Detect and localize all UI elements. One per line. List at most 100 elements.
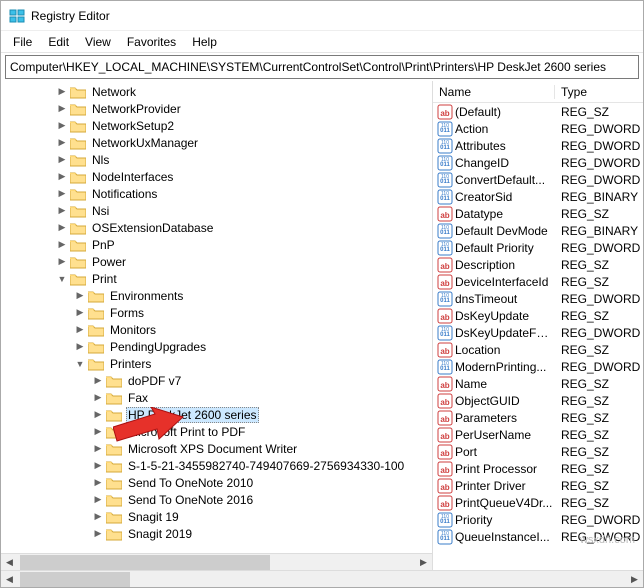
tree-node[interactable]: ▶Snagit 19 (92, 508, 432, 525)
chevron-right-icon[interactable]: ▶ (74, 307, 86, 319)
value-row[interactable]: Action REG_DWORD (433, 120, 643, 137)
value-row[interactable]: Name REG_SZ (433, 375, 643, 392)
value-row[interactable]: ObjectGUID REG_SZ (433, 392, 643, 409)
tree-node[interactable]: ▶Send To OneNote 2010 (92, 474, 432, 491)
chevron-right-icon[interactable]: ▶ (56, 256, 68, 268)
value-row[interactable]: Print Processor REG_SZ (433, 460, 643, 477)
column-header-type[interactable]: Type (555, 85, 643, 99)
tree-node[interactable]: ▶NetworkUxManager (56, 134, 432, 151)
scroll-left-icon[interactable]: ◀ (1, 571, 18, 588)
chevron-right-icon[interactable]: ▶ (56, 171, 68, 183)
value-row[interactable]: Default DevMode REG_BINARY (433, 222, 643, 239)
chevron-right-icon[interactable]: ▶ (92, 511, 104, 523)
tree-node[interactable]: ▶Send To OneNote 2016 (92, 491, 432, 508)
chevron-right-icon[interactable]: ▶ (74, 290, 86, 302)
scroll-left-icon[interactable]: ◀ (1, 554, 18, 571)
scroll-right-icon[interactable]: ▶ (415, 554, 432, 571)
tree-node[interactable]: ▶Microsoft XPS Document Writer (92, 440, 432, 457)
tree-node[interactable]: ▶Nls (56, 151, 432, 168)
chevron-right-icon[interactable]: ▶ (56, 205, 68, 217)
chevron-right-icon[interactable]: ▶ (92, 443, 104, 455)
chevron-right-icon[interactable]: ▶ (56, 103, 68, 115)
chevron-right-icon[interactable]: ▶ (92, 528, 104, 540)
chevron-down-icon[interactable]: ▼ (74, 358, 86, 370)
value-row[interactable]: DeviceInterfaceId REG_SZ (433, 273, 643, 290)
values-pane[interactable]: Name Type (Default) REG_SZ Action REG_DW… (433, 81, 643, 570)
value-row[interactable]: CreatorSid REG_BINARY (433, 188, 643, 205)
chevron-right-icon[interactable]: ▶ (92, 375, 104, 387)
chevron-right-icon[interactable]: ▶ (92, 392, 104, 404)
chevron-right-icon[interactable]: ▶ (56, 222, 68, 234)
value-row[interactable]: ModernPrinting... REG_DWORD (433, 358, 643, 375)
scroll-right-icon[interactable]: ▶ (626, 571, 643, 588)
value-row[interactable]: QueueInstanceI... REG_DWORD (433, 528, 643, 545)
tree-node[interactable]: ▶S-1-5-21-3455982740-749407669-275693433… (92, 457, 432, 474)
value-row[interactable]: Location REG_SZ (433, 341, 643, 358)
string-value-icon (437, 257, 453, 273)
chevron-right-icon[interactable]: ▶ (74, 324, 86, 336)
value-row[interactable]: (Default) REG_SZ (433, 103, 643, 120)
chevron-right-icon[interactable]: ▶ (56, 188, 68, 200)
menu-edit[interactable]: Edit (40, 33, 77, 51)
chevron-right-icon[interactable]: ▶ (92, 477, 104, 489)
value-row[interactable]: PerUserName REG_SZ (433, 426, 643, 443)
tree-node[interactable]: ▶NetworkSetup2 (56, 117, 432, 134)
value-row[interactable]: Port REG_SZ (433, 443, 643, 460)
chevron-right-icon[interactable]: ▶ (92, 409, 104, 421)
chevron-right-icon[interactable]: ▶ (56, 154, 68, 166)
tree-node[interactable]: ▶Microsoft Print to PDF (92, 423, 432, 440)
tree-node[interactable]: ▶Monitors (74, 321, 432, 338)
chevron-right-icon[interactable]: ▶ (92, 426, 104, 438)
value-row[interactable]: ConvertDefault... REG_DWORD (433, 171, 643, 188)
string-value-icon (437, 478, 453, 494)
tree-horizontal-scrollbar[interactable]: ◀ ▶ (1, 553, 432, 570)
tree-node[interactable]: ▶Network (56, 83, 432, 100)
tree-node[interactable]: ▶NetworkProvider (56, 100, 432, 117)
binary-value-icon (437, 325, 453, 341)
tree-node[interactable]: ▶NodeInterfaces (56, 168, 432, 185)
chevron-right-icon[interactable]: ▶ (74, 341, 86, 353)
value-row[interactable]: Printer Driver REG_SZ (433, 477, 643, 494)
tree-node[interactable]: ▶PendingUpgrades (74, 338, 432, 355)
tree-pane[interactable]: ▶Network▶NetworkProvider▶NetworkSetup2▶N… (1, 81, 433, 570)
address-bar[interactable]: Computer\HKEY_LOCAL_MACHINE\SYSTEM\Curre… (5, 55, 639, 79)
chevron-right-icon[interactable]: ▶ (92, 494, 104, 506)
chevron-right-icon[interactable]: ▶ (56, 120, 68, 132)
tree-node[interactable]: ▼Printers (74, 355, 432, 372)
tree-node-label: doPDF v7 (126, 374, 183, 388)
value-row[interactable]: DsKeyUpdate REG_SZ (433, 307, 643, 324)
menu-help[interactable]: Help (184, 33, 225, 51)
tree-node[interactable]: ▶Forms (74, 304, 432, 321)
value-row[interactable]: Datatype REG_SZ (433, 205, 643, 222)
tree-node[interactable]: ▶Fax (92, 389, 432, 406)
tree-node[interactable]: ▼Print (56, 270, 432, 287)
tree-node[interactable]: ▶Environments (74, 287, 432, 304)
tree-node[interactable]: ▶Snagit 2019 (92, 525, 432, 542)
tree-node[interactable]: ▶OSExtensionDatabase (56, 219, 432, 236)
tree-node[interactable]: ▶ doPDF v7 (92, 372, 432, 389)
value-row[interactable]: Parameters REG_SZ (433, 409, 643, 426)
value-row[interactable]: dnsTimeout REG_DWORD (433, 290, 643, 307)
value-row[interactable]: Default Priority REG_DWORD (433, 239, 643, 256)
chevron-right-icon[interactable]: ▶ (56, 137, 68, 149)
menu-file[interactable]: File (5, 33, 40, 51)
tree-node[interactable]: ▶Power (56, 253, 432, 270)
menu-view[interactable]: View (77, 33, 119, 51)
value-row[interactable]: Priority REG_DWORD (433, 511, 643, 528)
chevron-right-icon[interactable]: ▶ (56, 239, 68, 251)
column-header-name[interactable]: Name (433, 85, 555, 99)
value-row[interactable]: PrintQueueV4Dr... REG_SZ (433, 494, 643, 511)
tree-node[interactable]: ▶HP DeskJet 2600 series (92, 406, 432, 423)
chevron-right-icon[interactable]: ▶ (56, 86, 68, 98)
values-horizontal-scrollbar[interactable]: ◀ ▶ (1, 570, 643, 587)
value-row[interactable]: ChangeID REG_DWORD (433, 154, 643, 171)
tree-node[interactable]: ▶Nsi (56, 202, 432, 219)
menu-favorites[interactable]: Favorites (119, 33, 184, 51)
chevron-down-icon[interactable]: ▼ (56, 273, 68, 285)
tree-node[interactable]: ▶PnP (56, 236, 432, 253)
value-row[interactable]: DsKeyUpdateFor... REG_DWORD (433, 324, 643, 341)
chevron-right-icon[interactable]: ▶ (92, 460, 104, 472)
value-row[interactable]: Attributes REG_DWORD (433, 137, 643, 154)
tree-node[interactable]: ▶Notifications (56, 185, 432, 202)
value-row[interactable]: Description REG_SZ (433, 256, 643, 273)
